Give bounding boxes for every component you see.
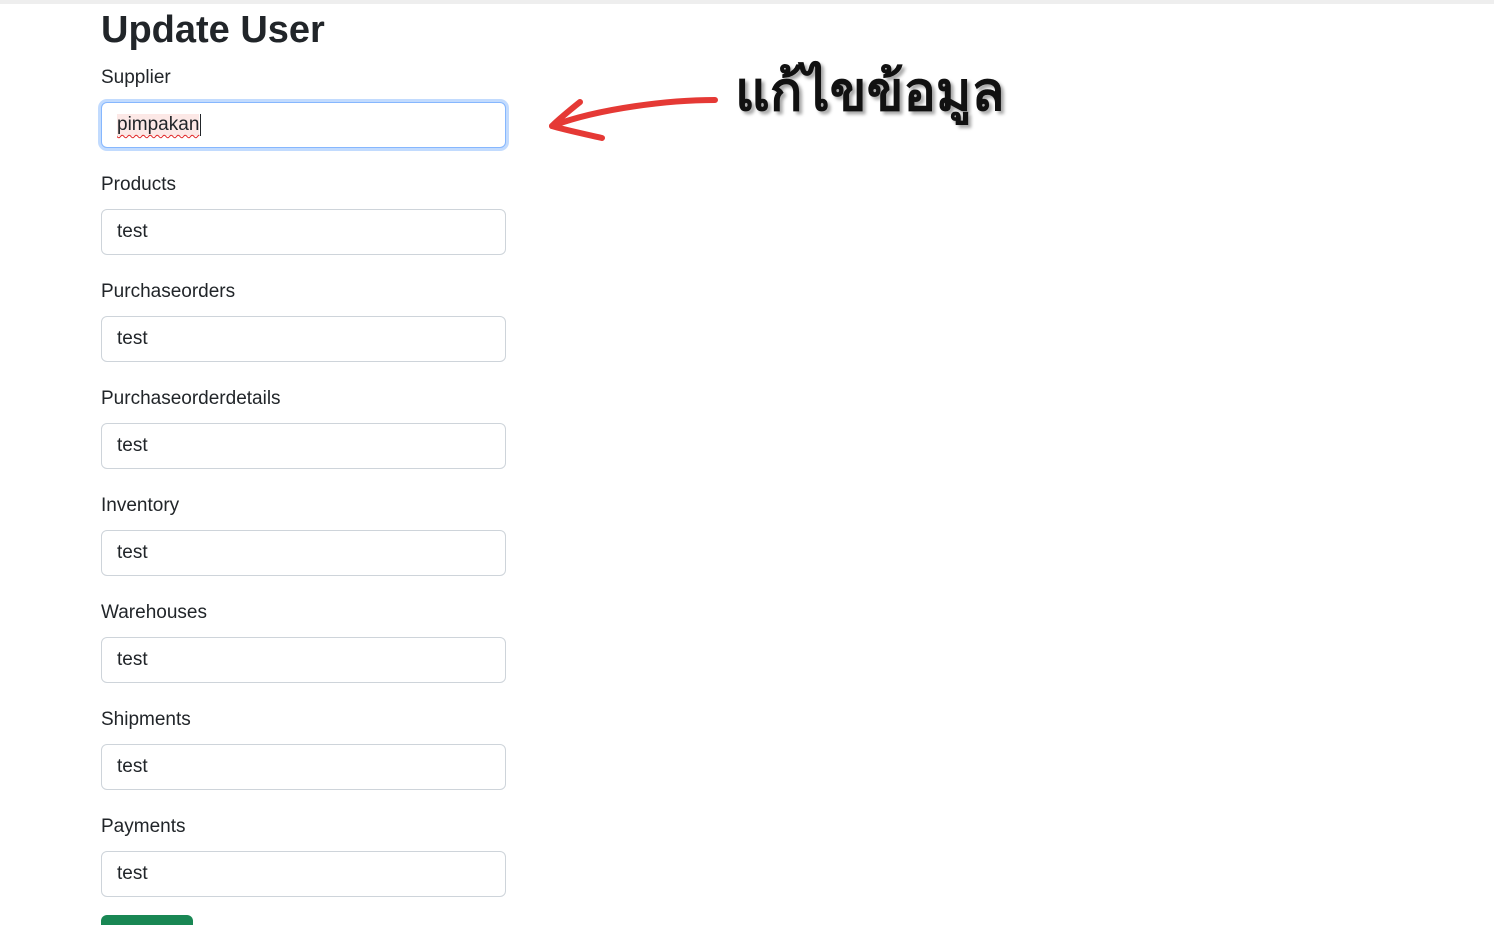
annotation-arrow-icon [549, 97, 718, 141]
supplier-input[interactable]: pimpakan [101, 102, 506, 148]
inventory-input[interactable]: test [101, 530, 506, 576]
warehouses-label: Warehouses [101, 602, 207, 623]
payments-value: test [117, 863, 148, 884]
supplier-input-content: pimpakan [117, 103, 490, 147]
page-title: Update User [101, 9, 325, 51]
supplier-label: Supplier [101, 67, 171, 88]
supplier-value: pimpakan [117, 114, 200, 136]
products-value: test [117, 221, 148, 242]
products-input[interactable]: test [101, 209, 506, 255]
inventory-value: test [117, 542, 148, 563]
payments-label: Payments [101, 816, 186, 837]
warehouses-value: test [117, 649, 148, 670]
purchaseorderdetails-label: Purchaseorderdetails [101, 388, 281, 409]
submit-button[interactable] [101, 915, 193, 925]
purchaseorders-label: Purchaseorders [101, 281, 236, 302]
browser-top-edge [0, 0, 1494, 4]
text-caret [200, 114, 202, 136]
products-label: Products [101, 174, 176, 195]
payments-input[interactable]: test [101, 851, 506, 897]
annotation-text: แก้ไขข้อมูล [735, 60, 1005, 123]
purchaseorders-input[interactable]: test [101, 316, 506, 362]
purchaseorderdetails-value: test [117, 435, 148, 456]
shipments-input[interactable]: test [101, 744, 506, 790]
inventory-label: Inventory [101, 495, 180, 516]
warehouses-input[interactable]: test [101, 637, 506, 683]
purchaseorders-value: test [117, 328, 148, 349]
shipments-value: test [117, 756, 148, 777]
purchaseorderdetails-input[interactable]: test [101, 423, 506, 469]
shipments-label: Shipments [101, 709, 191, 730]
